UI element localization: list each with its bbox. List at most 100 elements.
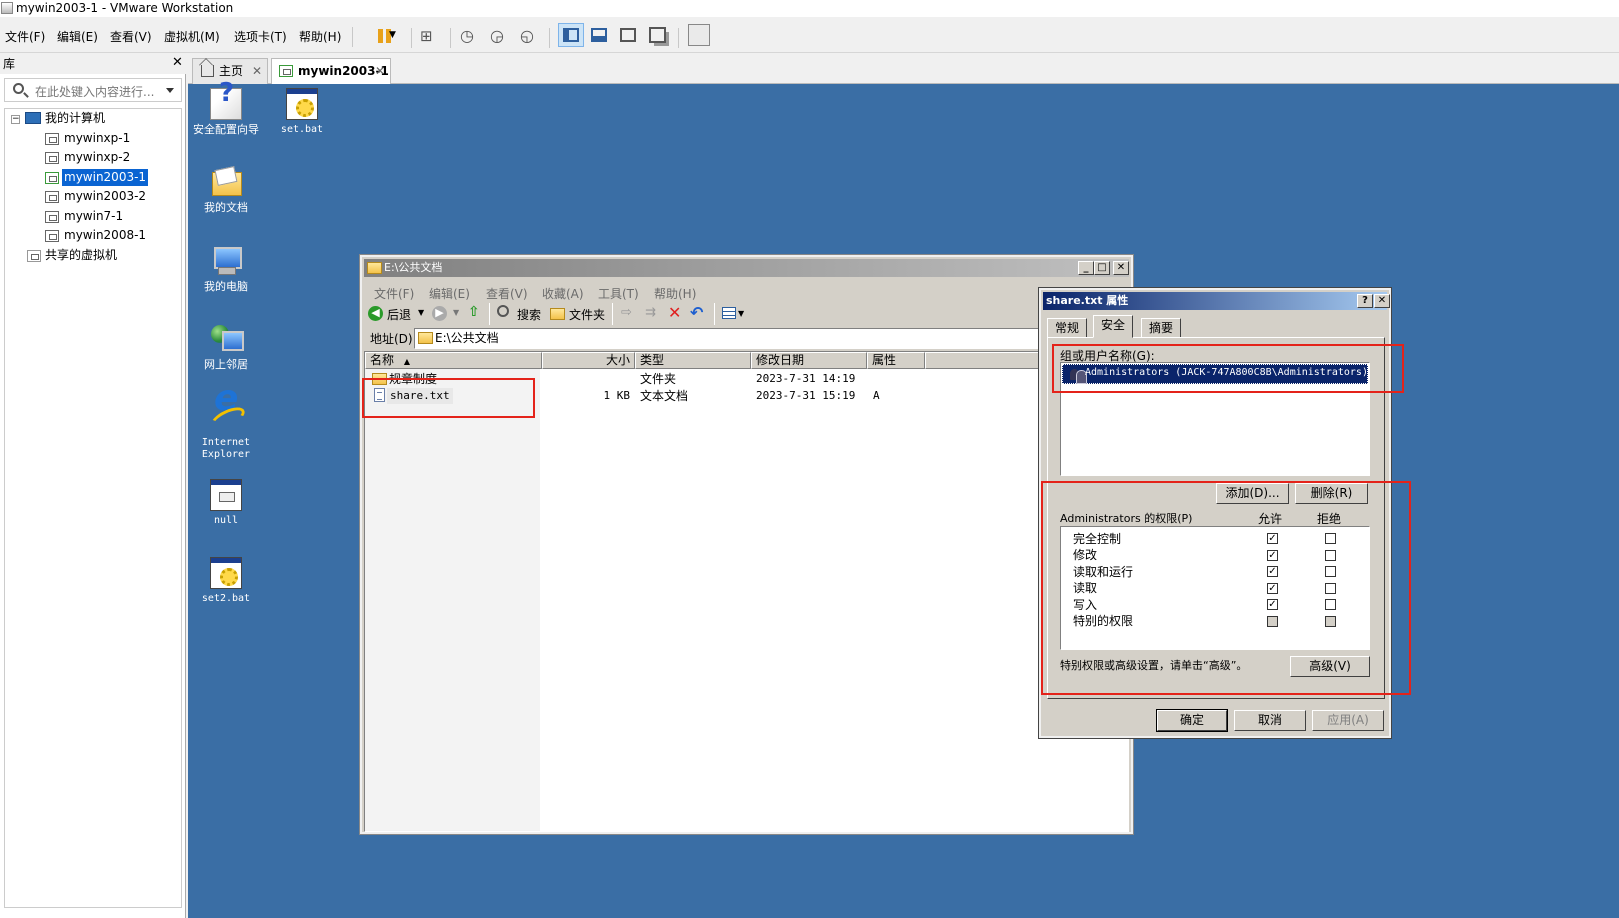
tab-mywin2003-1[interactable]: mywin2003-1 ✕ [271, 58, 391, 84]
column-name-label: 名称 [370, 353, 395, 367]
desktop-icon-my-computer[interactable]: 我的电脑 [186, 245, 266, 293]
explorer-menu-favorites[interactable]: 收藏(A) [542, 285, 584, 302]
close-tab-icon[interactable]: ✕ [375, 59, 385, 83]
tree-shared-vms[interactable]: 共享的虚拟机 [43, 247, 119, 264]
views-icon[interactable] [722, 307, 736, 319]
folders-button[interactable]: 文件夹 [569, 306, 605, 323]
menu-file[interactable]: 文件(F) [5, 28, 45, 45]
menu-help[interactable]: 帮助(H) [299, 28, 341, 45]
column-header-size[interactable]: 大小 [542, 352, 635, 369]
collapse-icon[interactable]: − [11, 115, 20, 124]
revert-snapshot-icon[interactable]: ◶ [490, 26, 504, 45]
delete-icon[interactable]: ✕ [668, 303, 681, 322]
maximize-button[interactable]: □ [1094, 261, 1110, 275]
tab-security[interactable]: 安全 [1093, 315, 1134, 338]
batch-file-icon [286, 88, 318, 120]
desktop-icon-label: 我的电脑 [204, 280, 248, 293]
column-header-type[interactable]: 类型 [635, 352, 751, 369]
explorer-menu-help[interactable]: 帮助(H) [654, 285, 696, 302]
move-to-icon[interactable]: ⇨ [621, 305, 632, 320]
file-size: 1 KB [603, 389, 631, 402]
pause-dropdown-icon[interactable]: ▼ [389, 30, 396, 40]
search-dropdown-icon[interactable] [166, 88, 174, 93]
forward-arrow-icon[interactable]: ▶ [432, 306, 447, 321]
up-folder-icon[interactable]: ⇧ [468, 304, 480, 320]
explorer-title-bar[interactable]: E:\公共文档 [364, 259, 1129, 277]
library-search-input[interactable]: 在此处键入内容进行... [4, 78, 182, 102]
back-dropdown-icon[interactable]: ▼ [418, 308, 424, 317]
details-pane [365, 369, 540, 831]
menu-vm[interactable]: 虚拟机(M) [164, 28, 220, 45]
search-icon [13, 83, 24, 94]
tree-vm-mywin7-1[interactable]: mywin7-1 [62, 208, 125, 225]
desktop-icon-label: Internet Explorer [201, 437, 251, 460]
menu-tabs[interactable]: 选项卡(T) [234, 28, 287, 45]
tab-strip: 主页 ✕ mywin2003-1 ✕ [188, 54, 1619, 84]
desktop-icon-ie[interactable]: Internet Explorer [186, 393, 266, 461]
column-header-attributes[interactable]: 属性 [867, 352, 925, 369]
tree-vm-mywin2008-1[interactable]: mywin2008-1 [62, 227, 148, 244]
tab-home-label: 主页 [219, 64, 244, 78]
tree-vm-mywin2003-2[interactable]: mywin2003-2 [62, 188, 148, 205]
close-tab-icon[interactable]: ✕ [252, 59, 262, 83]
file-attributes: A [873, 389, 880, 402]
desktop-icon-label: set2.bat [201, 593, 251, 604]
desktop-icon-set2-bat[interactable]: set2.bat [186, 557, 266, 605]
properties-title-bar[interactable]: share.txt 属性 [1043, 292, 1387, 310]
annotation-box-permissions [1041, 481, 1411, 695]
my-computer-icon [25, 112, 41, 124]
explorer-menu-file[interactable]: 文件(F) [374, 285, 414, 302]
apply-button[interactable]: 应用(A) [1312, 710, 1384, 731]
help-button[interactable]: ? [1357, 294, 1373, 308]
copy-to-icon[interactable]: ⇉ [645, 305, 656, 320]
desktop-icon-null[interactable]: null [186, 479, 266, 527]
close-button[interactable]: ✕ [1374, 294, 1390, 308]
tab-general[interactable]: 常规 [1047, 318, 1088, 338]
explorer-menu-edit[interactable]: 编辑(E) [429, 285, 470, 302]
desktop-icon-my-documents[interactable]: 我的文档 [186, 166, 266, 214]
search-icon [497, 305, 509, 317]
explorer-menu-view[interactable]: 查看(V) [486, 285, 528, 302]
ok-button[interactable]: 确定 [1156, 709, 1228, 732]
views-dropdown-icon[interactable]: ▼ [738, 309, 744, 318]
forward-dropdown-icon[interactable]: ▼ [453, 308, 459, 317]
menu-toolbar: 文件(F) 编辑(E) 查看(V) 虚拟机(M) 选项卡(T) 帮助(H) [0, 19, 1619, 53]
folder-icon [418, 332, 433, 344]
library-close-icon[interactable]: ✕ [172, 56, 183, 69]
address-bar-input[interactable]: E:\公共文档 [414, 328, 1094, 349]
column-header-modified[interactable]: 修改日期 [751, 352, 867, 369]
send-keys-icon[interactable]: ⊞ [420, 27, 433, 45]
search-button[interactable]: 搜索 [517, 306, 541, 323]
tree-vm-mywinxp-1[interactable]: mywinxp-1 [62, 130, 132, 147]
batch-file-icon [210, 557, 242, 589]
thumbnail-bar-icon[interactable] [591, 28, 607, 42]
column-header-name[interactable]: 名称 ▲ [365, 352, 542, 369]
minimize-button[interactable]: _ [1078, 261, 1094, 275]
close-button[interactable]: ✕ [1113, 261, 1129, 275]
tree-vm-mywin2003-1[interactable]: mywin2003-1 [62, 169, 149, 186]
sort-ascending-icon: ▲ [403, 357, 410, 366]
back-arrow-icon[interactable]: ◀ [368, 306, 383, 321]
unity-icon[interactable] [649, 27, 666, 43]
menu-edit[interactable]: 编辑(E) [57, 28, 98, 45]
desktop-icon-set-bat[interactable]: set.bat [262, 88, 342, 136]
tab-summary[interactable]: 摘要 [1141, 318, 1182, 338]
desktop-icon-security-wizard[interactable]: 安全配置向导 [186, 87, 266, 136]
snapshot-icon[interactable]: ◷ [460, 26, 474, 45]
window-title-bar: mywin2003-1 - VMware Workstation [0, 0, 1619, 17]
file-list[interactable]: 名称 ▲ 大小 类型 修改日期 属性 规章制度 文件夹 2023-7-31 14… [364, 351, 1129, 832]
network-places-icon [210, 323, 244, 355]
cancel-button[interactable]: 取消 [1234, 710, 1306, 731]
back-button[interactable]: 后退 [387, 306, 411, 323]
tree-vm-mywinxp-2[interactable]: mywinxp-2 [62, 149, 132, 166]
undo-icon[interactable]: ↶ [690, 303, 703, 322]
menu-view[interactable]: 查看(V) [110, 28, 152, 45]
file-modified: 2023-7-31 15:19 [756, 389, 856, 402]
snapshot-manager-icon[interactable]: ◵ [520, 26, 534, 45]
tree-my-computer[interactable]: 我的计算机 [43, 110, 107, 127]
desktop-icon-network-places[interactable]: 网上邻居 [186, 323, 266, 371]
fullscreen-icon[interactable] [620, 28, 636, 42]
console-view-icon[interactable] [688, 24, 710, 46]
explorer-menu-tools[interactable]: 工具(T) [598, 285, 639, 302]
annotation-box-user [1052, 344, 1404, 393]
